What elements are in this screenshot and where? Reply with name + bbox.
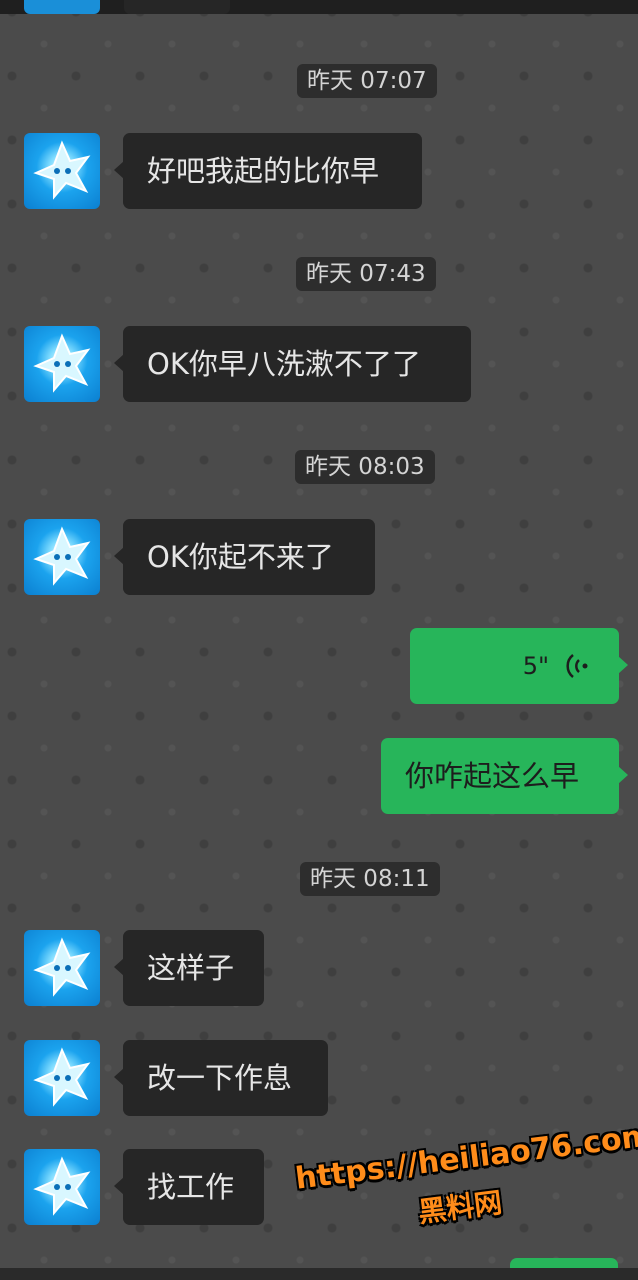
star-mascot-icon: [33, 333, 91, 393]
star-mascot-icon: [33, 937, 91, 997]
incoming-message-bubble[interactable]: 改一下作息: [114, 1040, 328, 1116]
watermark: https://heiliao76.com 黑料网: [292, 1110, 638, 1245]
incoming-message-bubble[interactable]: OK你早八洗漱不了了: [114, 326, 471, 402]
incoming-message-bubble[interactable]: OK你起不来了: [114, 519, 375, 595]
outgoing-message-bubble[interactable]: 你咋起这么早: [381, 738, 628, 814]
star-mascot-icon: [33, 140, 91, 200]
avatar[interactable]: [24, 1040, 100, 1116]
timestamp: 昨天 08:03: [295, 450, 435, 484]
watermark-name: 黑料网: [416, 1185, 504, 1229]
avatar[interactable]: [24, 133, 100, 209]
star-mascot-icon: [33, 526, 91, 586]
incoming-message-bubble[interactable]: 这样子: [114, 930, 264, 1006]
avatar[interactable]: [24, 930, 100, 1006]
timestamp: 昨天 07:43: [296, 257, 436, 291]
voice-wave-icon: [566, 654, 588, 678]
bottom-bar: [0, 1268, 638, 1280]
timestamp: 昨天 08:11: [300, 862, 440, 896]
message-bubble-partial[interactable]: [124, 0, 230, 14]
avatar[interactable]: [24, 326, 100, 402]
incoming-message-bubble[interactable]: 好吧我起的比你早: [114, 133, 422, 209]
timestamp: 昨天 07:07: [297, 64, 437, 98]
incoming-message-bubble[interactable]: 找工作: [114, 1149, 264, 1225]
avatar[interactable]: [24, 1149, 100, 1225]
voice-message-bubble[interactable]: 5": [410, 628, 628, 704]
voice-duration: 5": [522, 652, 549, 680]
star-mascot-icon: [33, 1156, 91, 1216]
avatar[interactable]: [24, 519, 100, 595]
star-mascot-icon: [33, 1047, 91, 1107]
avatar-partial[interactable]: [24, 0, 100, 14]
